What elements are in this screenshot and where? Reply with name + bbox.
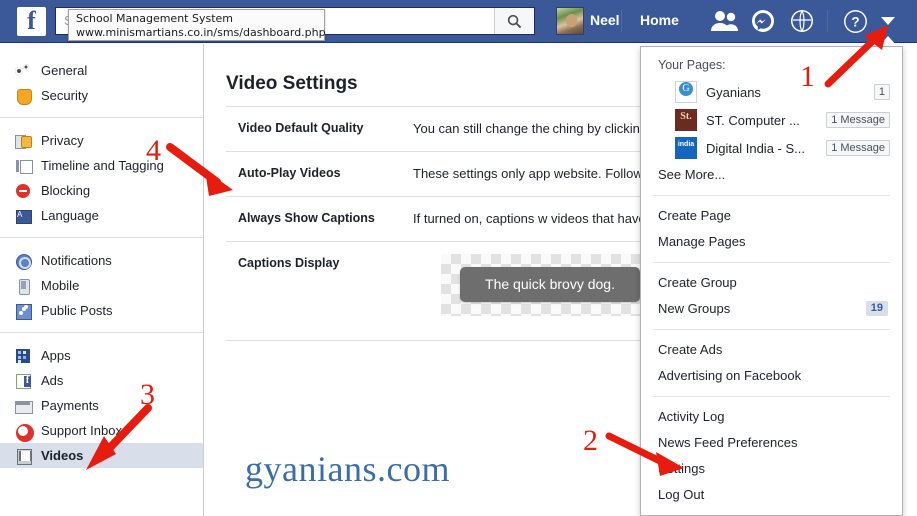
sidebar-item-label: Notifications: [41, 253, 112, 268]
sidebar-item-general[interactable]: General: [0, 58, 203, 83]
screenshot-root: f Search Neel Home ? School Management S…: [0, 0, 917, 516]
sidebar-item-language[interactable]: Language: [0, 203, 203, 228]
settings-row-label: Captions Display: [238, 256, 340, 270]
settings-row-description: If turned on, captions w videos that hav…: [413, 211, 646, 226]
dropdown-divider: [653, 329, 890, 330]
dropdown-item-see-more[interactable]: See More...: [641, 162, 902, 188]
dropdown-divider: [653, 262, 890, 263]
sidebar-item-ads[interactable]: Ads: [0, 368, 203, 393]
annotation-number-2: 2: [583, 424, 598, 457]
home-link[interactable]: Home: [640, 12, 679, 28]
annotation-number-4: 4: [146, 134, 161, 167]
friend-requests-icon[interactable]: [709, 9, 739, 33]
sidebar-item-public-posts[interactable]: Public Posts: [0, 298, 203, 323]
sidebar-item-notifications[interactable]: Notifications: [0, 248, 203, 273]
block-icon: [15, 183, 32, 199]
dropdown-divider: [653, 195, 890, 196]
apps-icon: [15, 348, 32, 364]
nav-divider: [621, 10, 622, 32]
dropdown-item-manage-pages[interactable]: Manage Pages: [641, 229, 902, 255]
sidebar-item-label: Ads: [41, 373, 64, 388]
tooltip-title: School Management System: [76, 12, 233, 25]
globe-icon: [15, 253, 32, 270]
language-icon: [15, 208, 32, 224]
page-title: Video Settings: [226, 73, 358, 94]
dropdown-item-advertising-on-facebook[interactable]: Advertising on Facebook: [641, 363, 902, 389]
dropdown-divider: [653, 396, 890, 397]
sidebar-item-label: Privacy: [41, 133, 84, 148]
sidebar-item-apps[interactable]: Apps: [0, 343, 203, 368]
ads-icon: [15, 373, 32, 389]
annotation-arrow-3: [86, 404, 152, 470]
payments-icon: [15, 398, 33, 414]
sidebar-item-label: Security: [41, 88, 88, 103]
settings-row-label: Auto-Play Videos: [238, 166, 341, 180]
dropdown-item-create-page[interactable]: Create Page: [641, 203, 902, 229]
search-icon[interactable]: [494, 8, 534, 34]
page-badge: 1 Message: [826, 140, 890, 156]
annotation-arrow-2: [605, 432, 684, 476]
facebook-logo[interactable]: f: [17, 7, 46, 36]
sidebar-item-label: Public Posts: [41, 303, 113, 318]
dropdown-item-create-ads[interactable]: Create Ads: [641, 337, 902, 363]
sidebar-group-3: Notifications Mobile Public Posts: [0, 237, 203, 323]
digital-india-page-thumb-icon: [675, 137, 697, 159]
settings-row-label: Always Show Captions: [238, 211, 375, 225]
avatar[interactable]: [556, 7, 584, 35]
link-tooltip: School Management System www.minismartia…: [68, 9, 326, 41]
timeline-icon: [15, 158, 33, 174]
tooltip-url: www.minismartians.co.in/sms/dashboard.ph…: [76, 26, 326, 39]
page-name: Digital India - S...: [706, 140, 805, 156]
profile-name-link[interactable]: Neel: [590, 12, 620, 28]
shield-icon: [15, 88, 32, 105]
film-icon: [15, 448, 32, 465]
rss-icon: [15, 303, 32, 320]
dropdown-item-log-out[interactable]: Log Out: [641, 482, 902, 508]
gyanians-page-thumb-icon: [675, 81, 697, 103]
dropdown-item-create-group[interactable]: Create Group: [641, 270, 902, 296]
annotation-arrow-1: [824, 25, 888, 88]
messenger-icon[interactable]: [751, 9, 775, 33]
page-badge: 1 Message: [826, 112, 890, 128]
dropdown-item-label: New Groups: [658, 301, 731, 316]
sidebar-group-1: General Security: [0, 58, 203, 108]
sidebar-item-label: Blocking: [41, 183, 91, 198]
gears-icon: [15, 63, 32, 79]
mobile-icon: [15, 278, 32, 295]
dropdown-item-new-groups[interactable]: New Groups 19: [641, 296, 902, 322]
st-computer-page-thumb-icon: [675, 109, 697, 131]
site-watermark: gyanians.com: [245, 449, 450, 489]
dropdown-page-st-computer[interactable]: ST. Computer ... 1 Message: [641, 106, 902, 134]
caption-sample-text: The quick brovy dog.: [460, 267, 640, 302]
page-name: ST. Computer ...: [706, 112, 800, 128]
new-groups-count-badge: 19: [865, 301, 888, 316]
sidebar-item-label: General: [41, 63, 88, 78]
lock-icon: [15, 133, 32, 149]
annotation-number-1: 1: [800, 60, 815, 93]
support-icon: [15, 423, 34, 442]
dropdown-item-activity-log[interactable]: Activity Log: [641, 404, 902, 430]
sidebar-item-mobile[interactable]: Mobile: [0, 273, 203, 298]
dropdown-page-digital-india[interactable]: Digital India - S... 1 Message: [641, 134, 902, 162]
sidebar-item-label: Language: [41, 208, 99, 223]
sidebar-item-label: Mobile: [41, 278, 80, 293]
sidebar-item-security[interactable]: Security: [0, 83, 203, 108]
sidebar-item-label: Apps: [41, 348, 71, 363]
annotation-arrow-4: [166, 143, 233, 196]
settings-row-label: Video Default Quality: [238, 121, 364, 135]
notifications-globe-icon[interactable]: [790, 9, 814, 33]
caption-preview-canvas: The quick brovy dog.: [441, 254, 651, 316]
